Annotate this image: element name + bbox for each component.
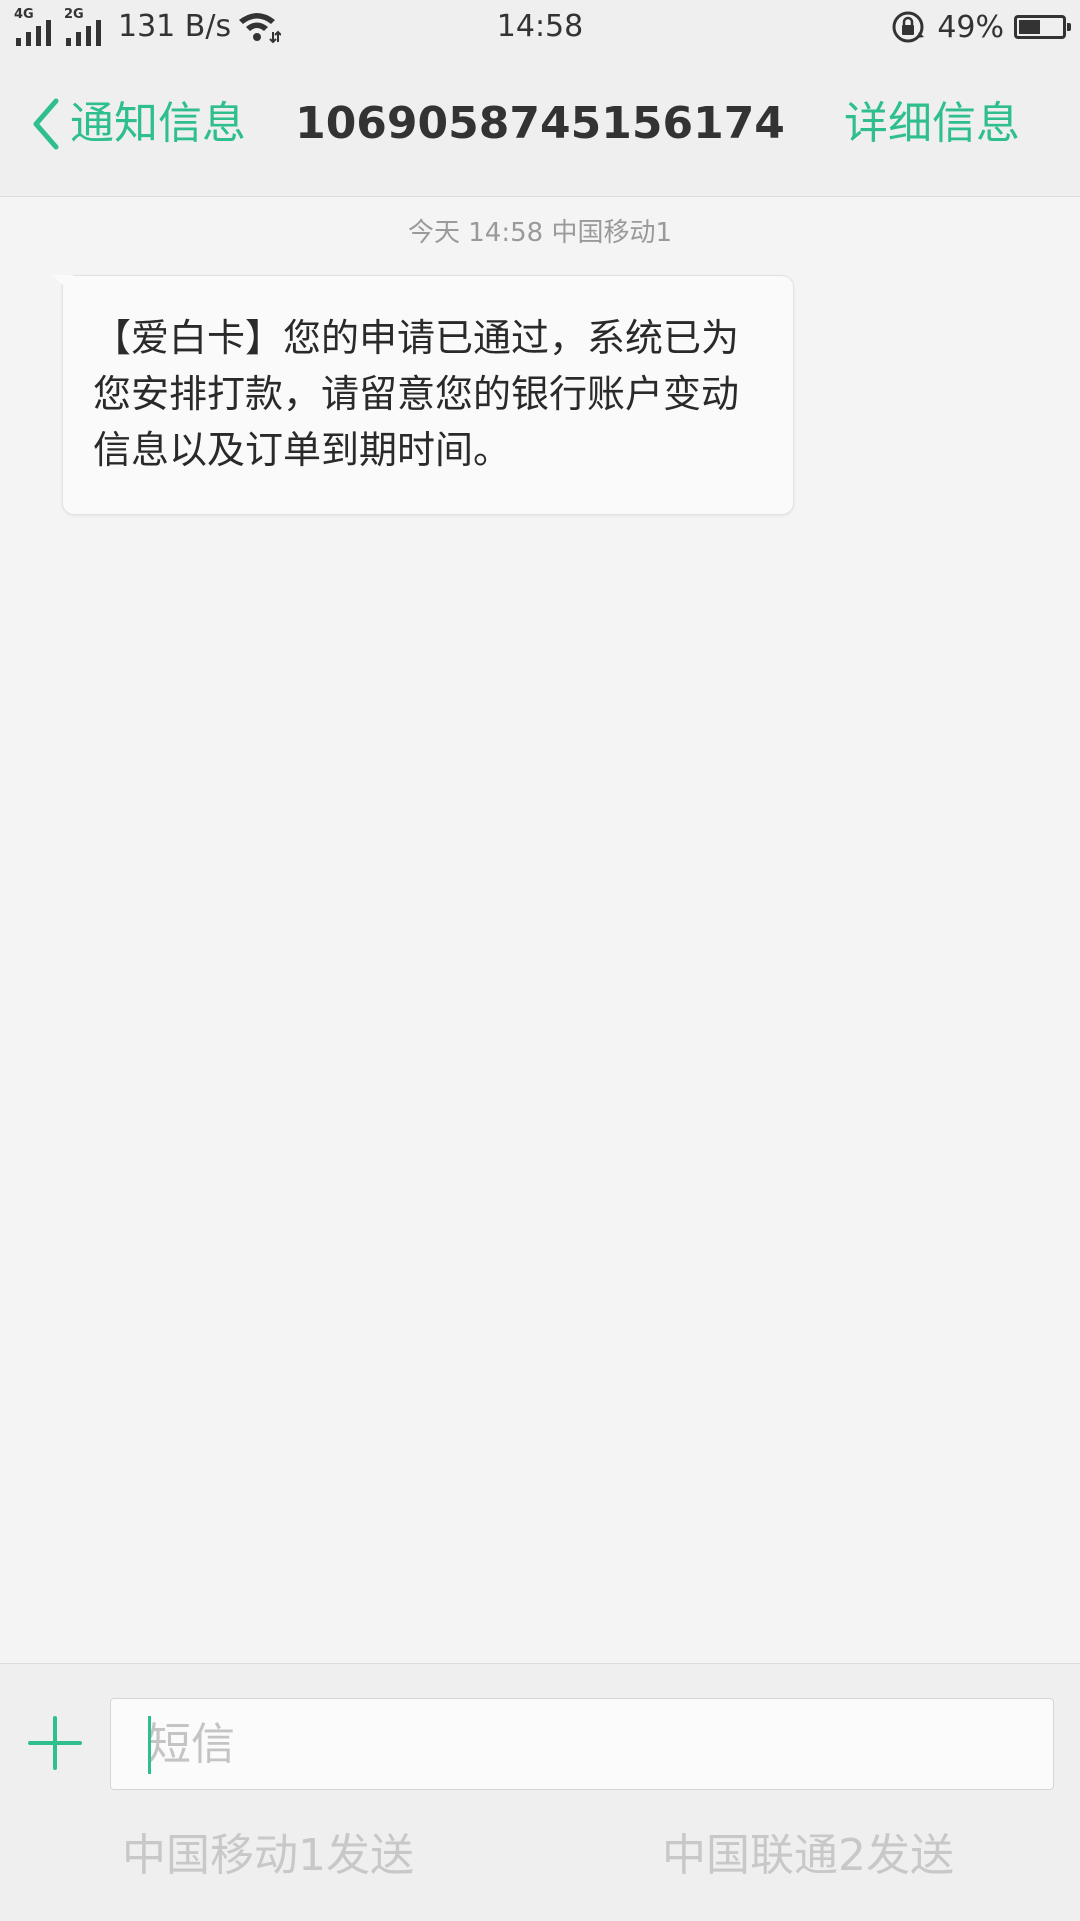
battery-icon: [1014, 15, 1071, 39]
conversation-header: 通知信息 1069058745156174 详细信息: [0, 54, 1080, 197]
rotation-lock-icon: [892, 11, 925, 43]
message-timestamp: 今天 14:58 中国移动1: [408, 218, 672, 248]
plus-icon[interactable]: [28, 1716, 82, 1770]
send-sim1-button[interactable]: 中国移动1发送: [122, 1826, 414, 1886]
status-right: 49%: [891, 8, 1071, 46]
battery-level-fill: [1019, 20, 1040, 34]
text-cursor: [148, 1716, 151, 1774]
message-input[interactable]: [110, 1698, 1054, 1790]
details-button[interactable]: 详细信息: [844, 94, 1020, 154]
message-bubble[interactable]: 【爱白卡】您的申请已通过，系统已为您安排打款，请留意您的银行账户变动信息以及订单…: [51, 275, 794, 515]
status-bar: 4G 2G 131 B/s 14:58 49%: [0, 0, 1080, 54]
compose-bar: 中国移动1发送 中国联通2发送: [0, 1663, 1080, 1921]
battery-percent: 49%: [937, 9, 1004, 45]
message-text: 【爱白卡】您的申请已通过，系统已为您安排打款，请留意您的银行账户变动信息以及订单…: [93, 316, 740, 472]
message-list[interactable]: 今天 14:58 中国移动1 【爱白卡】您的申请已通过，系统已为您安排打款，请留…: [0, 197, 1080, 1663]
bubble-tail: [51, 275, 73, 293]
send-sim2-button[interactable]: 中国联通2发送: [662, 1826, 954, 1886]
